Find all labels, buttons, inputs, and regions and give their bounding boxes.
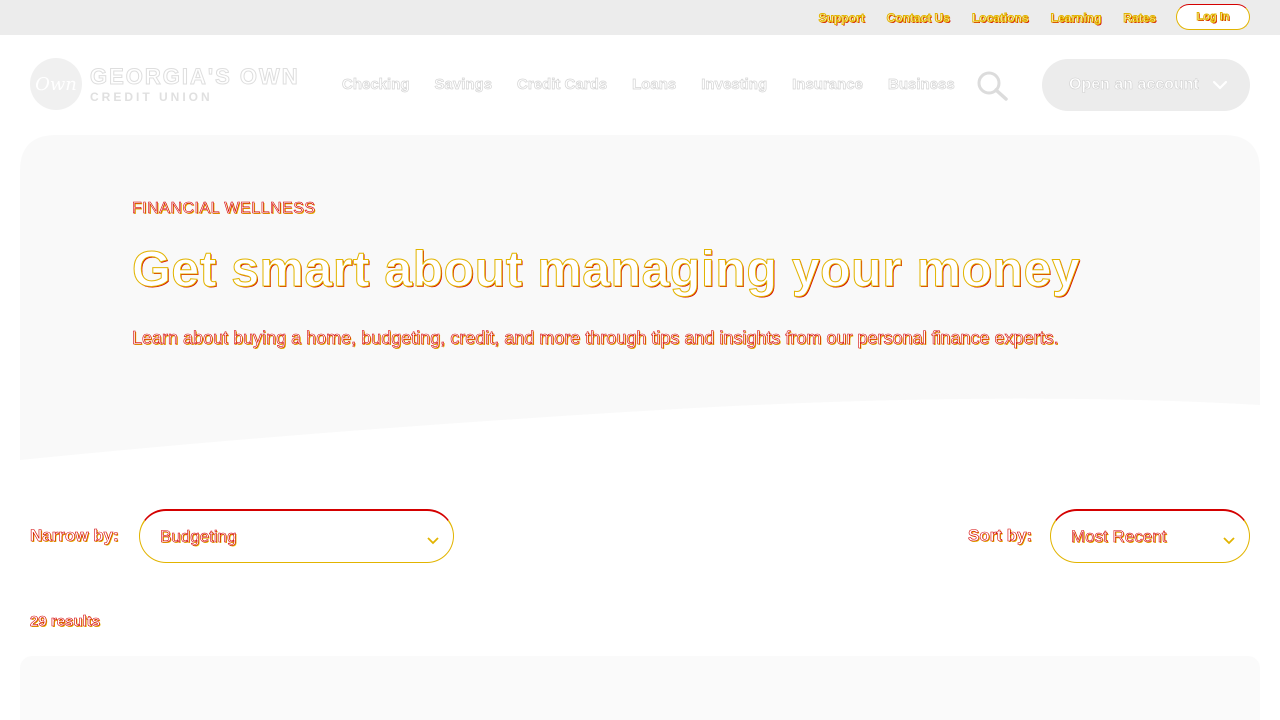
nav-item-credit-cards[interactable]: Credit Cards [517,76,608,94]
chevron-down-icon [1223,531,1235,545]
chevron-down-icon [427,531,439,545]
utility-bar: Support Contact Us Locations Learning Ra… [0,0,1280,35]
open-account-label: Open an account [1069,76,1199,94]
logo-subname: CREDIT UNION [90,89,213,104]
sort-by-select[interactable]: Most Recent [1050,509,1250,563]
narrow-by-value: Budgeting [160,526,237,546]
site-header: Own GEORGIA'S OWN CREDIT UNION Checking … [0,35,1280,135]
nav-item-business[interactable]: Business [888,76,955,94]
page-title: Get smart about managing your money [131,241,1081,298]
article-card[interactable] [20,656,1260,720]
narrow-by-label: Narrow by: [30,526,119,546]
hero-eyebrow: FINANCIAL WELLNESS [132,200,316,218]
hero-background [20,135,1260,460]
utility-link-rates[interactable]: Rates [1123,11,1157,26]
nav-item-checking[interactable]: Checking [342,76,410,94]
sort-by-label: Sort by: [968,526,1033,546]
logo-mark: Own [30,58,82,110]
utility-links: Support Contact Us Locations Learning Ra… [818,11,1157,26]
logo-text: GEORGIA'S OWN CREDIT UNION [90,63,300,104]
sort-by-value: Most Recent [1071,526,1167,546]
nav-item-insurance[interactable]: Insurance [792,76,864,94]
nav-item-investing[interactable]: Investing [701,76,768,94]
hero-description: Learn about buying a home, budgeting, cr… [132,328,1059,349]
search-icon[interactable] [976,71,1010,101]
logo-name: GEORGIA'S OWN [90,63,300,89]
utility-link-learning[interactable]: Learning [1050,11,1102,26]
utility-link-support[interactable]: Support [818,11,865,26]
narrow-by-select[interactable]: Budgeting [139,509,454,563]
nav-item-loans[interactable]: Loans [632,76,677,94]
results-count: 29 results [30,613,101,631]
utility-link-locations[interactable]: Locations [971,11,1029,26]
chevron-down-icon [1212,77,1228,93]
open-account-button[interactable]: Open an account [1042,59,1250,111]
main-nav: Checking Savings Credit Cards Loans Inve… [342,76,955,94]
login-button[interactable]: Log In [1176,4,1250,30]
hero-section: FINANCIAL WELLNESS Get smart about manag… [20,135,1260,465]
utility-link-contact[interactable]: Contact Us [886,11,950,26]
nav-item-savings[interactable]: Savings [434,76,492,94]
brand-logo[interactable]: Own GEORGIA'S OWN CREDIT UNION [30,58,300,110]
